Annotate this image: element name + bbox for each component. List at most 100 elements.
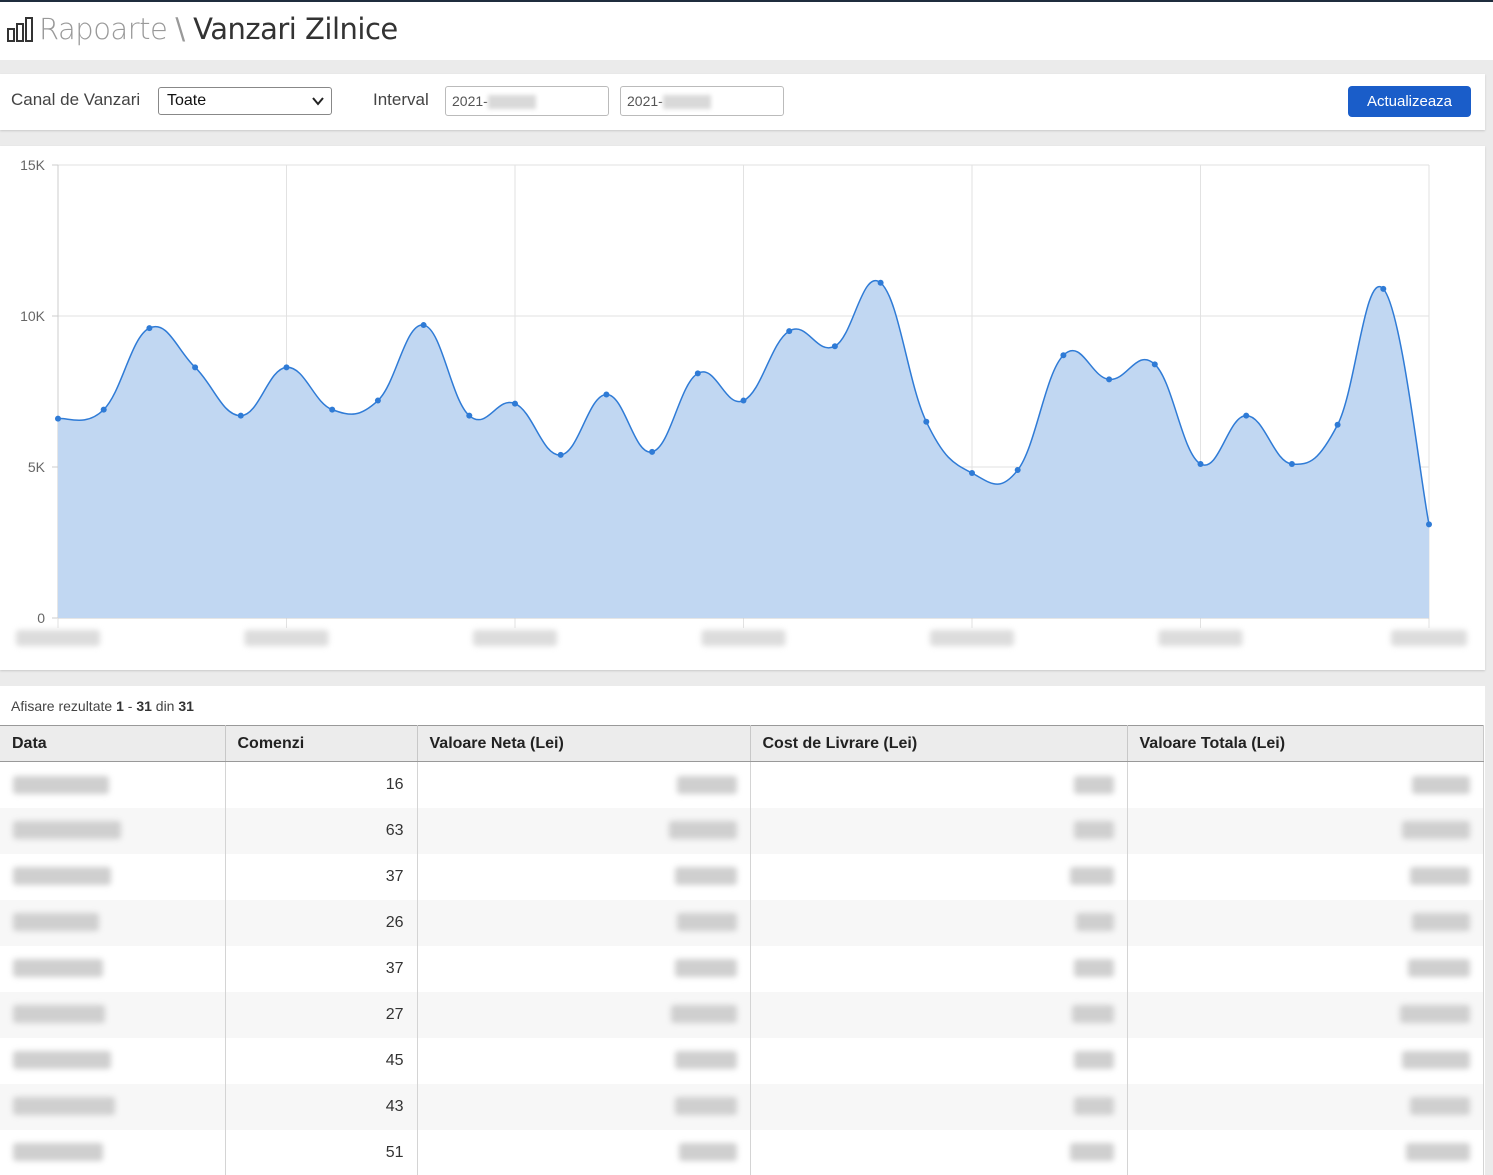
cell-comenzi: 37 (225, 853, 418, 900)
x-tick-label (473, 630, 557, 646)
cell-data (0, 991, 226, 1038)
cell-comenzi: 37 (225, 945, 418, 992)
cell-cost-livrare (750, 1129, 1128, 1175)
x-tick-label (701, 630, 786, 646)
cell-data (0, 1083, 226, 1130)
data-point (1106, 376, 1113, 383)
cell-valoare-totala (1127, 761, 1484, 808)
y-tick-label: 0 (37, 610, 45, 626)
cell-cost-livrare (750, 899, 1128, 946)
column-header-comenzi[interactable]: Comenzi (225, 725, 418, 762)
cell-valoare-totala (1127, 807, 1484, 854)
data-point (877, 279, 884, 286)
cell-data (0, 1129, 226, 1175)
y-tick-label: 15K (20, 157, 46, 173)
cell-data (0, 945, 226, 992)
cell-data (0, 853, 226, 900)
cell-valoare-totala (1127, 899, 1484, 946)
cell-cost-livrare (750, 991, 1128, 1038)
channel-label: Canal de Vanzari (11, 90, 141, 109)
date-from-input[interactable]: 2021- (445, 86, 609, 116)
data-point (100, 406, 107, 413)
interval-label: Interval (373, 90, 429, 109)
cell-cost-livrare (750, 1083, 1128, 1130)
cell-data (0, 899, 226, 946)
data-point (283, 364, 290, 371)
cell-cost-livrare (750, 1037, 1128, 1084)
data-point (55, 415, 61, 422)
cell-valoare-neta (417, 807, 751, 854)
cell-cost-livrare (750, 945, 1128, 992)
data-point (1334, 421, 1341, 428)
results-summary: Afisare rezultate 1 - 31 din 31 (11, 698, 194, 714)
table-row[interactable]: 16 (0, 761, 1484, 808)
results-table: Data Comenzi Valoare Neta (Lei) Cost de … (0, 725, 1484, 1175)
cell-valoare-totala (1127, 1037, 1484, 1084)
page-title: Vanzari Zilnice (193, 12, 398, 46)
bar-chart-icon (7, 17, 33, 42)
cell-cost-livrare (750, 761, 1128, 808)
table-row[interactable]: 26 (0, 899, 1484, 946)
cell-valoare-neta (417, 1037, 751, 1084)
table-row[interactable]: 43 (0, 1083, 1484, 1130)
channel-select-value: Toate (167, 92, 207, 109)
data-point (603, 391, 610, 398)
breadcrumb-separator: \ (175, 12, 186, 46)
breadcrumb-reports[interactable]: Rapoarte (39, 12, 168, 46)
date-to-value: 2021- (627, 93, 663, 109)
date-to-input[interactable]: 2021- (620, 86, 784, 116)
data-point (969, 470, 975, 477)
table-row[interactable]: 37 (0, 945, 1484, 992)
column-header-valoare-totala[interactable]: Valoare Totala (Lei) (1127, 725, 1484, 762)
data-point (831, 343, 838, 350)
results-panel: Afisare rezultate 1 - 31 din 31 Data Com… (0, 686, 1485, 1175)
data-point (1014, 467, 1021, 474)
data-point (923, 418, 930, 425)
column-header-cost-livrare[interactable]: Cost de Livrare (Lei) (750, 725, 1128, 762)
data-point (1060, 352, 1067, 359)
cell-data (0, 761, 226, 808)
data-point (786, 328, 793, 335)
data-point (420, 322, 427, 329)
cell-valoare-totala (1127, 945, 1484, 992)
cell-valoare-neta (417, 945, 751, 992)
cell-valoare-totala (1127, 1129, 1484, 1175)
cell-valoare-neta (417, 853, 751, 900)
cell-valoare-totala (1127, 1083, 1484, 1130)
data-point (466, 412, 473, 419)
table-header-row: Data Comenzi Valoare Neta (Lei) Cost de … (0, 725, 1484, 762)
table-row[interactable]: 63 (0, 807, 1484, 854)
table-row[interactable]: 37 (0, 853, 1484, 900)
table-row[interactable]: 45 (0, 1037, 1484, 1084)
filter-bar: Canal de Vanzari Toate Interval 2021- 20… (0, 74, 1485, 130)
data-point (1426, 521, 1432, 528)
update-button[interactable]: Actualizeaza (1348, 86, 1471, 117)
column-header-data[interactable]: Data (0, 725, 226, 762)
cell-comenzi: 26 (225, 899, 418, 946)
data-point (512, 400, 518, 407)
data-point (329, 406, 336, 413)
column-header-valoare-neta[interactable]: Valoare Neta (Lei) (417, 725, 751, 762)
table-row[interactable]: 51 (0, 1129, 1484, 1175)
data-point (694, 370, 701, 377)
page-header: Rapoarte \ Vanzari Zilnice (0, 0, 1493, 60)
x-tick-label (1391, 630, 1467, 646)
cell-valoare-neta (417, 1129, 751, 1175)
data-point (1380, 285, 1387, 292)
table-row[interactable]: 27 (0, 991, 1484, 1038)
data-point (237, 412, 244, 419)
sales-chart-panel: 15K 10K 5K 0 (0, 146, 1485, 670)
data-point (1288, 460, 1295, 467)
data-point (740, 397, 747, 404)
cell-cost-livrare (750, 853, 1128, 900)
cell-valoare-neta (417, 761, 751, 808)
y-tick-label: 5K (28, 459, 46, 475)
data-point (1197, 460, 1204, 467)
cell-comenzi: 45 (225, 1037, 418, 1084)
channel-select[interactable]: Toate (158, 87, 332, 115)
chevron-down-icon (312, 97, 324, 106)
cell-cost-livrare (750, 807, 1128, 854)
data-point (1151, 361, 1158, 368)
data-point (1243, 412, 1250, 419)
data-point (192, 364, 199, 371)
